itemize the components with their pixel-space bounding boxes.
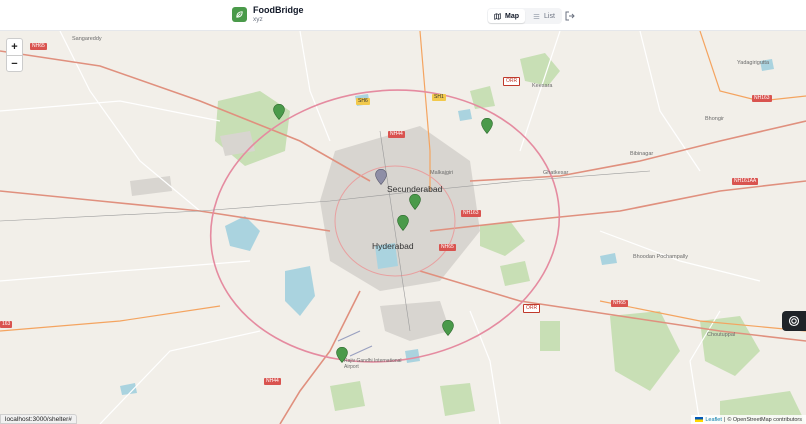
shield-orr-ne: ORR: [503, 77, 521, 86]
label-sangareddy: Sangareddy: [72, 36, 102, 42]
zoom-control: + −: [6, 38, 23, 72]
label-bhongir: Bhongir: [705, 116, 724, 122]
label-hyderabad: Hyderabad: [372, 241, 414, 251]
shelter-marker[interactable]: [336, 347, 348, 363]
shield-nh44-north: NH44: [388, 131, 405, 138]
map-attribution: Leaflet | © OpenStreetMap contributors: [691, 415, 806, 424]
shield-nh163-central: NH163: [461, 210, 481, 217]
app-subtitle: xyz: [253, 16, 263, 23]
brand[interactable]: FoodBridge xyz: [232, 6, 304, 24]
shelter-marker[interactable]: [409, 194, 421, 210]
shield-orr-se: ORR: [523, 304, 541, 313]
label-keesara: Keesara: [532, 83, 553, 89]
label-airport: Rajiv Gandhi International Airport: [344, 358, 402, 370]
label-bhoodan-pochampally: Bhoodan Pochampally: [633, 254, 689, 260]
flag-icon: [695, 417, 704, 422]
label-bibinagar: Bibinagar: [630, 151, 654, 157]
shelter-marker[interactable]: [273, 104, 285, 120]
attribution-separator: |: [723, 416, 726, 423]
zoom-in-button[interactable]: +: [7, 39, 22, 55]
shield-sh1: SH1: [432, 94, 446, 101]
leaf-icon: [232, 7, 247, 23]
assistant-fab[interactable]: [782, 311, 806, 331]
app-title: FoodBridge: [253, 5, 304, 15]
top-header: FoodBridge xyz Map List: [0, 0, 806, 31]
shelter-marker[interactable]: [442, 320, 454, 336]
shield-nh65-southeast: NH65: [611, 300, 628, 307]
map-icon: [494, 12, 501, 20]
view-toggle: Map List: [487, 8, 562, 24]
osm-attribution[interactable]: © OpenStreetMap contributors: [727, 417, 802, 423]
zoom-out-button[interactable]: −: [7, 55, 22, 71]
app-root: FoodBridge xyz Map List Sangareddy Keesa…: [0, 0, 806, 424]
list-icon: [533, 13, 540, 19]
map-view[interactable]: Sangareddy Keesara Bhongir Bibinagar Gha…: [0, 31, 806, 424]
shield-sh6: SH6: [356, 98, 370, 105]
shelter-marker[interactable]: [397, 215, 409, 231]
label-secunderabad: Secunderabad: [387, 184, 443, 194]
shelter-marker-selected[interactable]: [375, 169, 387, 185]
logout-icon[interactable]: [564, 10, 576, 22]
shield-nh161aa: NH161AA: [732, 178, 759, 185]
spiral-icon: [788, 315, 800, 327]
shield-nh44-south: NH44: [264, 378, 281, 385]
shield-nh65-west: NH65: [30, 43, 47, 50]
map-view-button[interactable]: Map: [488, 9, 525, 23]
list-view-label: List: [544, 12, 555, 20]
shield-nh65-central: NH65: [439, 244, 456, 251]
list-view-button[interactable]: List: [527, 9, 561, 23]
shield-nh163-west: 163: [0, 321, 13, 328]
label-choutuppal: Choutuppal: [707, 332, 736, 338]
label-yadagirigutta: Yadagirigutta: [737, 60, 770, 66]
shield-nh163-east: NH163: [752, 95, 772, 102]
label-ghatkesar: Ghatkesar: [543, 170, 569, 176]
status-url: localhost:3000/shelter#: [0, 414, 77, 424]
map-view-label: Map: [505, 12, 519, 20]
leaflet-link[interactable]: Leaflet: [705, 417, 722, 423]
label-malkajgiri: Malkajgiri: [430, 170, 454, 176]
shelter-marker[interactable]: [481, 118, 493, 134]
